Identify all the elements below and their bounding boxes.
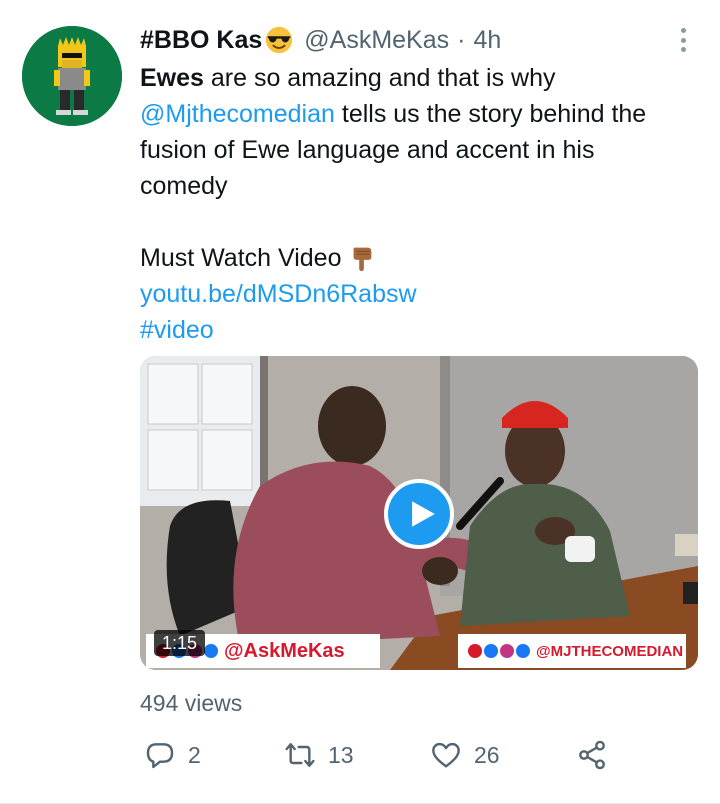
video-player[interactable]: @AskMeKas @MJTHECOMEDIAN 1:15 bbox=[140, 356, 698, 670]
text-span: Must Watch Video bbox=[140, 244, 342, 272]
tweet-text-line-4: comedy bbox=[140, 172, 228, 200]
retweet-count: 13 bbox=[328, 741, 354, 768]
display-name[interactable]: #BBO Kas bbox=[140, 26, 262, 55]
play-icon bbox=[412, 501, 435, 527]
share-icon bbox=[579, 740, 605, 770]
retweet-button[interactable]: 13 bbox=[284, 735, 354, 775]
watermark-left-text: @AskMeKas bbox=[224, 639, 345, 662]
hashtag-link[interactable]: #video bbox=[140, 316, 214, 344]
retweet-icon bbox=[285, 743, 315, 767]
tweet-text-line-5: Must Watch Video bbox=[140, 240, 706, 276]
tweet-text-line-3: fusion of Ewe language and accent in his bbox=[140, 136, 595, 164]
bold-word: Ewes bbox=[140, 64, 204, 92]
separator-dot: · bbox=[457, 25, 466, 54]
more-options-icon[interactable] bbox=[674, 26, 692, 54]
reply-icon bbox=[146, 743, 174, 769]
action-bar: 2 13 26 bbox=[140, 735, 620, 775]
url-link[interactable]: youtu.be/dMSDn6Rabsw bbox=[140, 280, 417, 308]
view-count: 494 views bbox=[140, 690, 243, 716]
tweet-header: #BBO Kas @AskMeKas · 4h bbox=[140, 24, 501, 56]
watermark-right: @MJTHECOMEDIAN bbox=[458, 634, 686, 668]
avatar[interactable] bbox=[22, 26, 122, 126]
tweet-text-line-1: Ewes are so amazing and that is why bbox=[140, 60, 706, 96]
video-duration: 1:15 bbox=[154, 630, 206, 656]
tweet-text-line-6: youtu.be/dMSDn6Rabsw bbox=[140, 276, 706, 312]
reply-button[interactable]: 2 bbox=[144, 735, 201, 775]
tweet-text-line-7: #video bbox=[140, 312, 706, 348]
tweet-text-line-2: @Mjthecomedian tells us the story behind… bbox=[140, 96, 706, 132]
watermark-right-text: @MJTHECOMEDIAN bbox=[536, 642, 684, 660]
mention-link[interactable]: @Mjthecomedian bbox=[140, 100, 335, 128]
like-count: 26 bbox=[474, 741, 500, 768]
heart-icon bbox=[432, 742, 460, 768]
tweet[interactable]: #BBO Kas @AskMeKas · 4h Ewes are so amaz… bbox=[0, 0, 720, 804]
like-button[interactable]: 26 bbox=[430, 735, 500, 775]
text-span: tells us the story behind the bbox=[334, 100, 647, 128]
share-button[interactable] bbox=[576, 735, 620, 775]
reply-count: 2 bbox=[188, 741, 201, 768]
tweet-text: Ewes are so amazing and that is why @Mjt… bbox=[140, 60, 706, 348]
social-media-icons bbox=[468, 644, 532, 658]
author-handle[interactable]: @AskMeKas bbox=[304, 26, 449, 55]
cartoon-avatar-image bbox=[22, 26, 122, 126]
play-button[interactable] bbox=[384, 479, 454, 549]
backhand-index-pointing-down-icon bbox=[354, 247, 372, 272]
text-span: are so amazing and that is why bbox=[203, 64, 556, 92]
timestamp[interactable]: 4h bbox=[473, 26, 501, 55]
smiling-face-with-sunglasses-icon bbox=[266, 26, 293, 54]
